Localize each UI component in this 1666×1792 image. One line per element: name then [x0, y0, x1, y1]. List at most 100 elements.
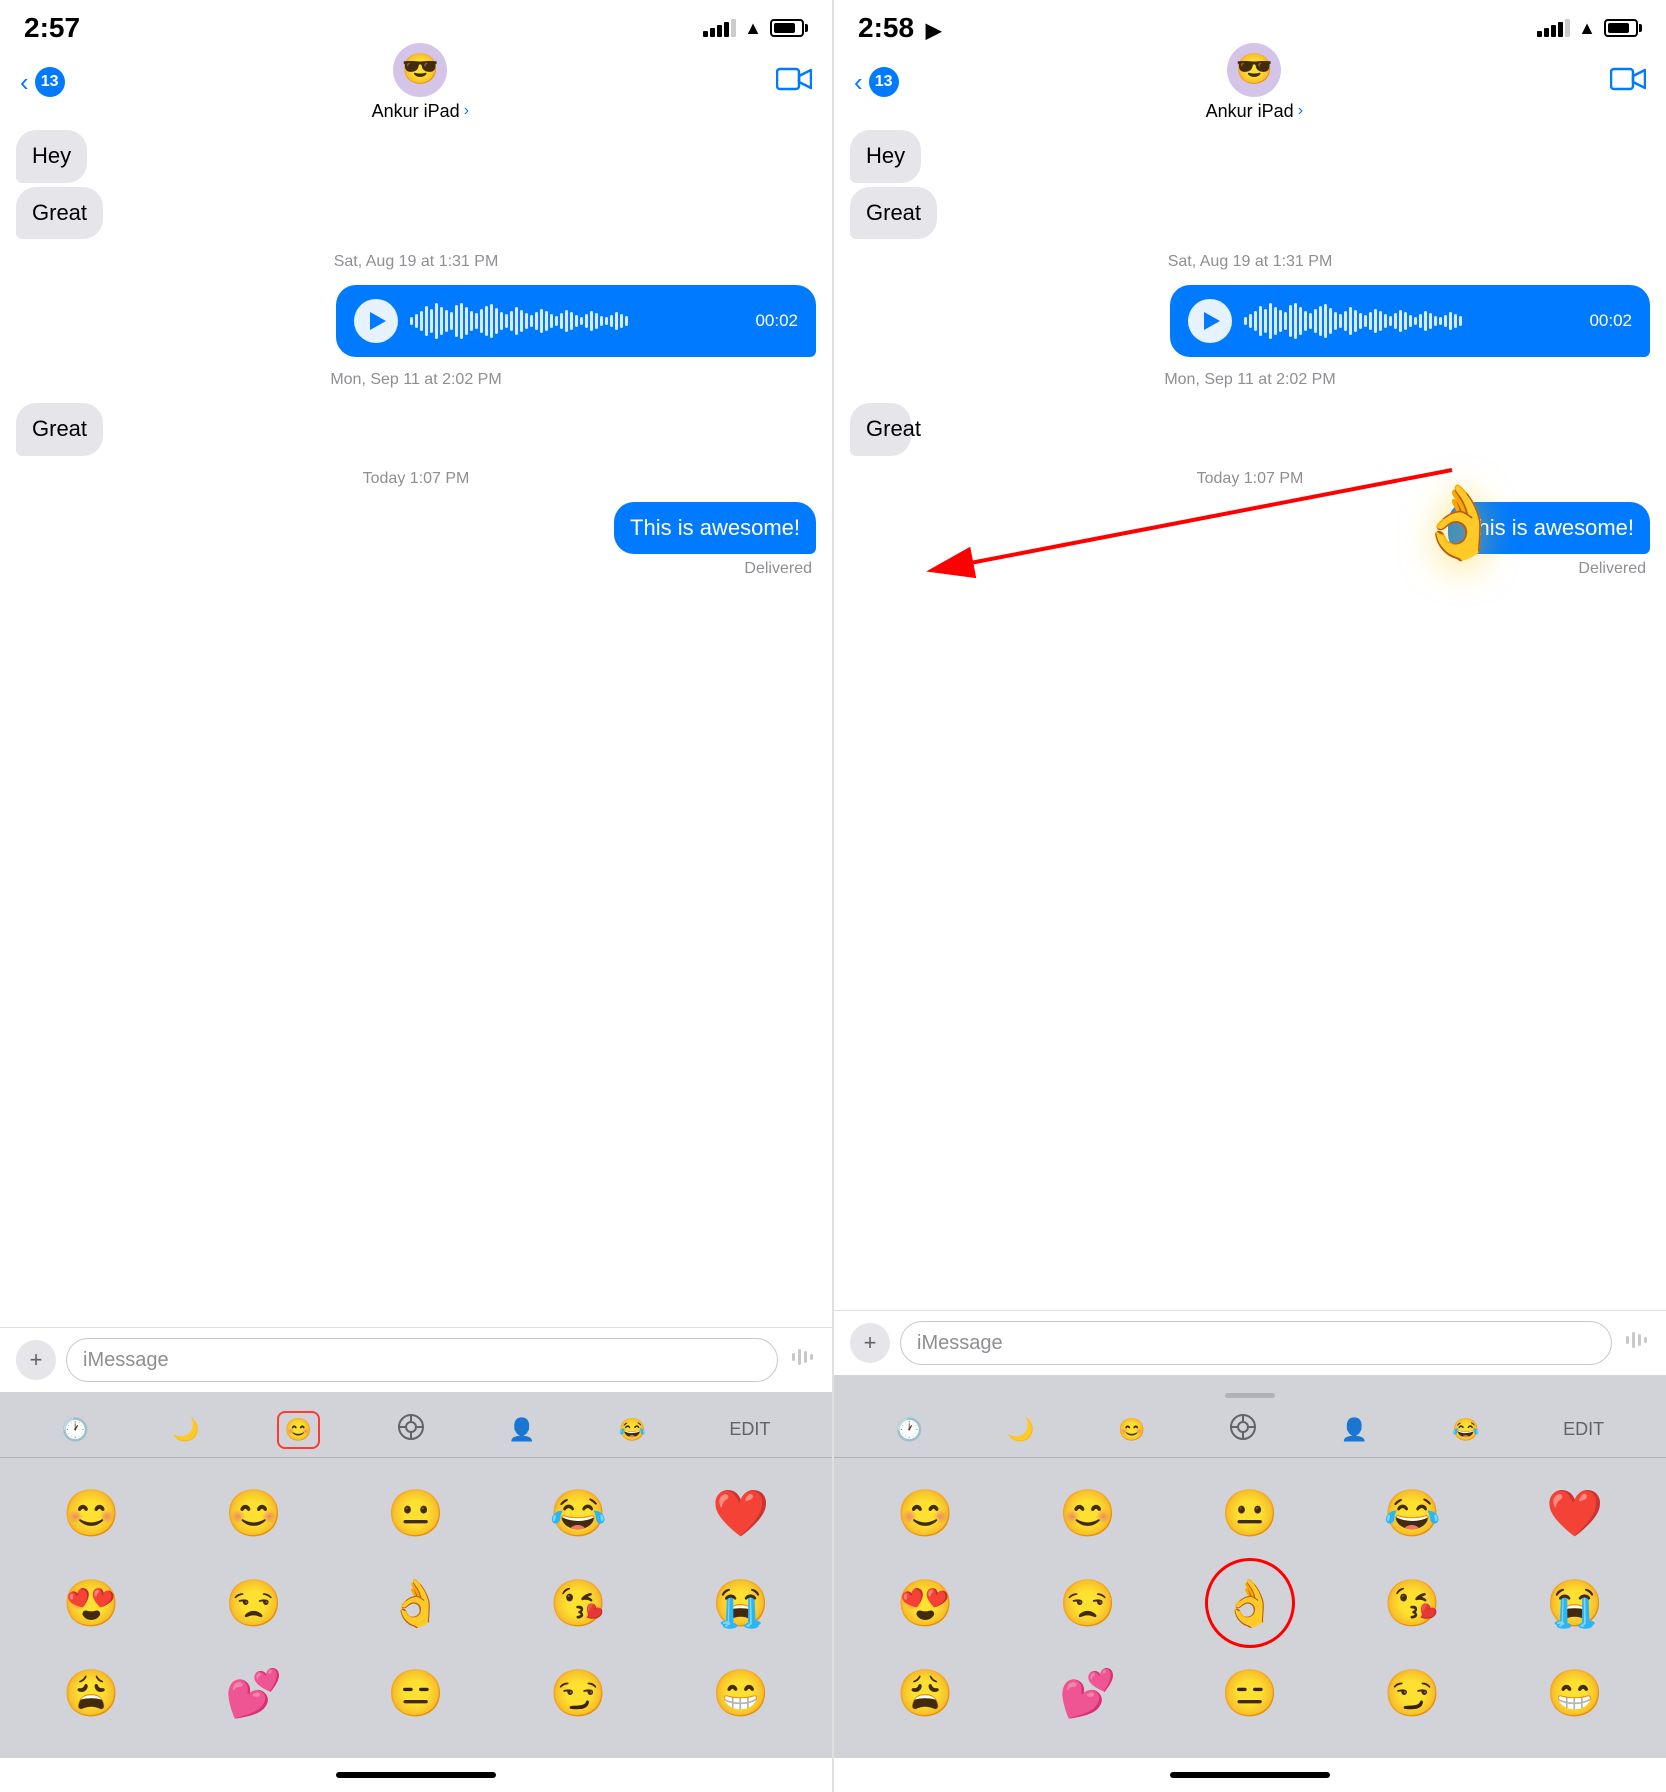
timestamp1-left: Sat, Aug 19 at 1:31 PM: [16, 253, 816, 271]
video-call-button-left[interactable]: [776, 65, 812, 100]
emoji-grid-right: 😊 😊 😐 😂 ❤️ 😍 😒 👌 😘 😭 😩 💕 😑 😏 😁: [834, 1458, 1666, 1748]
emoji-cell-left-1[interactable]: 😊: [172, 1468, 334, 1558]
msg-great1-right: Great: [850, 187, 937, 240]
contact-info-right[interactable]: 😎 Ankur iPad ›: [1206, 43, 1303, 122]
emoji-tab-recent-right[interactable]: 🕐: [890, 1411, 929, 1449]
signal-icon-right: [1537, 19, 1570, 37]
emoji-cell-right-3[interactable]: 😂: [1331, 1468, 1493, 1558]
waveform-left: [410, 303, 743, 339]
emoji-cell-right-9[interactable]: 😭: [1494, 1558, 1656, 1648]
emoji-cell-left-9[interactable]: 😭: [660, 1558, 822, 1648]
back-button-right[interactable]: ‹ 13: [854, 67, 899, 98]
play-button-left[interactable]: [354, 299, 398, 343]
chevron-right-icon-left: ›: [464, 102, 469, 120]
message-input-left[interactable]: iMessage: [66, 1338, 778, 1382]
add-attachment-button-right[interactable]: +: [850, 1323, 890, 1363]
right-panel: 2:58 ▶ ▲ ‹ 13: [833, 0, 1666, 1792]
ok-emoji-right[interactable]: 👌: [1221, 1576, 1278, 1631]
emoji-cell-right-8[interactable]: 😘: [1331, 1558, 1493, 1648]
emoji-tab-nature-left[interactable]: 🌙: [166, 1411, 205, 1449]
emoji-cell-left-12[interactable]: 😑: [335, 1648, 497, 1738]
messages-area-right: Hey Great Sat, Aug 19 at 1:31 PM: [834, 120, 1666, 1310]
emoji-cell-right-5[interactable]: 😍: [844, 1558, 1006, 1648]
timestamp2-right: Mon, Sep 11 at 2:02 PM: [850, 371, 1650, 389]
msg-great2-right-container: Great: [850, 403, 937, 456]
emoji-keyboard-right: 🕐 🌙 😊 👤 😂 EDIT 😊 😊 😐 😂: [834, 1375, 1666, 1758]
avatar-right: 😎: [1227, 43, 1281, 97]
emoji-cell-left-14[interactable]: 😁: [660, 1648, 822, 1738]
emoji-cell-left-0[interactable]: 😊: [10, 1468, 172, 1558]
contact-info-left[interactable]: 😎 Ankur iPad ›: [372, 43, 469, 122]
emoji-tab-edit-left[interactable]: EDIT: [723, 1413, 776, 1446]
status-icons-right: ▲: [1537, 18, 1642, 39]
emoji-cell-right-12[interactable]: 😑: [1169, 1648, 1331, 1738]
wifi-icon-left: ▲: [744, 18, 762, 39]
video-call-button-right[interactable]: [1610, 65, 1646, 100]
audio-record-button-left[interactable]: [788, 1343, 816, 1377]
status-time-right: 2:58 ▶: [858, 12, 941, 44]
emoji-cell-right-7-ok[interactable]: 👌: [1169, 1558, 1331, 1648]
emoji-tab-recent-left[interactable]: 🕐: [56, 1411, 95, 1449]
emoji-tab-activity-left[interactable]: [391, 1407, 431, 1453]
battery-icon-right: [1604, 19, 1642, 37]
messages-area-left: Hey Great Sat, Aug 19 at 1:31 PM: [0, 120, 832, 1327]
status-icons-left: ▲: [703, 18, 808, 39]
emoji-cell-left-5[interactable]: 😍: [10, 1558, 172, 1648]
emoji-tab-activity-right[interactable]: [1223, 1407, 1263, 1453]
audio-message-left[interactable]: 00:02: [336, 285, 816, 357]
add-attachment-button-left[interactable]: +: [16, 1340, 56, 1380]
emoji-cell-left-8[interactable]: 😘: [497, 1558, 659, 1648]
msg-hey-left: Hey: [16, 130, 87, 183]
message-input-right[interactable]: iMessage: [900, 1321, 1612, 1365]
home-indicator-left: [0, 1758, 832, 1792]
emoji-cell-right-14[interactable]: 😁: [1494, 1648, 1656, 1738]
avatar-left: 😎: [393, 43, 447, 97]
msg-great2-right: Great: [850, 403, 911, 456]
emoji-tab-face-right[interactable]: 😊: [1112, 1411, 1151, 1449]
timestamp3-left: Today 1:07 PM: [16, 470, 816, 488]
emoji-cell-left-13[interactable]: 😏: [497, 1648, 659, 1738]
contact-name-left: Ankur iPad ›: [372, 101, 469, 122]
delivered-right: Delivered: [850, 560, 1650, 578]
emoji-cell-right-6[interactable]: 😒: [1006, 1558, 1168, 1648]
audio-record-button-right[interactable]: [1622, 1326, 1650, 1360]
input-area-left: + iMessage: [0, 1327, 832, 1392]
emoji-cell-right-13[interactable]: 😏: [1331, 1648, 1493, 1738]
emoji-cell-right-10[interactable]: 😩: [844, 1648, 1006, 1738]
back-button-left[interactable]: ‹ 13: [20, 67, 65, 98]
home-indicator-right: [834, 1758, 1666, 1792]
signal-icon-left: [703, 19, 736, 37]
emoji-tab-recent2-left[interactable]: 😂: [613, 1411, 652, 1449]
msg-great1-left: Great: [16, 187, 103, 240]
emoji-cell-right-2[interactable]: 😐: [1169, 1468, 1331, 1558]
emoji-tab-nature-right[interactable]: 🌙: [1001, 1411, 1040, 1449]
emoji-cell-left-7[interactable]: 👌: [335, 1558, 497, 1648]
floating-ok-emoji: 👌: [1414, 480, 1504, 565]
emoji-cell-right-4[interactable]: ❤️: [1494, 1468, 1656, 1558]
emoji-cell-left-10[interactable]: 😩: [10, 1648, 172, 1738]
emoji-cell-left-4[interactable]: ❤️: [660, 1468, 822, 1558]
emoji-cell-right-0[interactable]: 😊: [844, 1468, 1006, 1558]
emoji-grid-left: 😊 😊 😐 😂 ❤️ 😍 😒 👌 😘 😭 😩 💕 😑 😏 😁: [0, 1458, 832, 1748]
emoji-tab-edit-right[interactable]: EDIT: [1557, 1413, 1610, 1446]
audio-message-right[interactable]: 00:02: [1170, 285, 1650, 357]
emoji-tab-person-left[interactable]: 👤: [502, 1411, 541, 1449]
emoji-cell-left-11[interactable]: 💕: [172, 1648, 334, 1738]
contact-name-right: Ankur iPad ›: [1206, 101, 1303, 122]
play-button-right[interactable]: [1188, 299, 1232, 343]
emoji-cell-left-3[interactable]: 😂: [497, 1468, 659, 1558]
emoji-tab-face-left[interactable]: 😊: [277, 1411, 320, 1449]
delivered-left: Delivered: [16, 560, 816, 578]
emoji-cell-right-11[interactable]: 💕: [1006, 1648, 1168, 1738]
input-area-right: + iMessage: [834, 1310, 1666, 1375]
timestamp2-left: Mon, Sep 11 at 2:02 PM: [16, 371, 816, 389]
drag-handle-right: [834, 1385, 1666, 1402]
timestamp1-right: Sat, Aug 19 at 1:31 PM: [850, 253, 1650, 271]
emoji-cell-right-1[interactable]: 😊: [1006, 1468, 1168, 1558]
emoji-tab-recent2-right[interactable]: 😂: [1446, 1411, 1485, 1449]
waveform-right: [1244, 303, 1577, 339]
emoji-cell-left-6[interactable]: 😒: [172, 1558, 334, 1648]
emoji-cell-left-2[interactable]: 😐: [335, 1468, 497, 1558]
emoji-tab-person-right[interactable]: 👤: [1335, 1411, 1374, 1449]
nav-bar-right: ‹ 13 😎 Ankur iPad ›: [834, 50, 1666, 120]
